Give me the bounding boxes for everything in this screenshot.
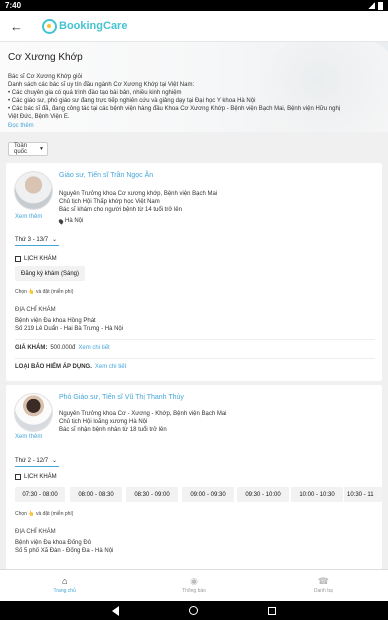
read-more-link[interactable]: Đọc thêm <box>8 123 380 129</box>
clinic-name: Bệnh viện Đa khoa Hồng Phát <box>15 318 96 324</box>
app-bar: ← BookingCare <box>0 11 388 42</box>
insurance-row: LOẠI BẢO HIỂM ÁP DỤNG. Xem chi tiết <box>15 364 126 370</box>
nav-item-home[interactable]: ⌂ Trang chủ <box>0 570 129 601</box>
week-selector-value: Thứ 3 - 13/7 <box>15 236 49 243</box>
system-home-icon[interactable] <box>189 606 198 615</box>
location-text: Hà Nội <box>65 218 84 224</box>
time-slot[interactable]: 09:30 - 10:00 <box>237 487 289 502</box>
schedule-label-text: Lịch khám <box>24 474 57 480</box>
system-back-icon[interactable] <box>112 605 119 616</box>
description-line: Bác sĩ Cơ Xương Khớp giỏi <box>8 74 83 80</box>
region-select[interactable]: Toàn quốc ▼ <box>8 142 48 156</box>
doctor-info-line: Nguyên Trưởng khoa Cơ xương khớp, Bệnh v… <box>59 191 218 197</box>
see-more-link[interactable]: Xem thêm <box>15 434 42 440</box>
price-row: GIÁ KHÁM: 500.000đ Xem chi tiết <box>15 345 110 351</box>
doctor-name[interactable]: Giáo sư, Tiến sĩ Trần Ngọc Ân <box>59 172 153 179</box>
address-label: Địa chỉ khám <box>15 529 56 535</box>
nav-item-notifications[interactable]: ◉ Thông báo <box>129 570 258 601</box>
clinic-name: Bệnh viện Đa khoa Đống Đô <box>15 540 92 546</box>
doctor-avatar[interactable] <box>14 393 53 432</box>
location-pin-icon <box>57 217 65 225</box>
nav-label: Thông báo <box>182 588 206 594</box>
chevron-down-icon: ▼ <box>39 146 44 152</box>
phone-icon: ☎ <box>317 576 329 586</box>
description-line: • Các giáo sư, phó giáo sư đang trực tiế… <box>8 98 256 104</box>
time-slot[interactable]: 09:00 - 09:30 <box>182 487 234 502</box>
system-recents-icon[interactable] <box>268 606 276 615</box>
doctor-name[interactable]: Phó Giáo sư, Tiến sĩ Vũ Thị Thanh Thủy <box>59 394 184 401</box>
chevron-down-icon: ⌄ <box>52 458 58 464</box>
nav-label: Trang chủ <box>53 588 76 594</box>
specialty-description: Bác sĩ Cơ Xương Khớp giỏi Danh sách các … <box>8 73 380 121</box>
doctor-info: Nguyên Trưởng khoa Cơ - Xương - Khớp, Bệ… <box>59 410 227 434</box>
time-slot[interactable]: 07:30 - 08:00 <box>15 487 65 502</box>
bell-icon: ◉ <box>190 576 198 586</box>
app-logo: BookingCare <box>42 18 128 34</box>
price-label: GIÁ KHÁM: <box>15 345 48 351</box>
address-label: Địa chỉ khám <box>15 307 56 313</box>
time-slot[interactable]: 10:00 - 10:30 <box>291 487 343 502</box>
status-bar: 7:40 <box>0 0 388 11</box>
calendar-icon <box>15 474 21 480</box>
clinic-address: Bệnh viện Đa khoa Hồng Phát Số 219 Lê Du… <box>15 317 123 333</box>
clinic-address: Bệnh viện Đa khoa Đống Đô Số 5 phố Xã Đà… <box>15 539 113 555</box>
region-select-value: Toàn quốc <box>14 143 28 155</box>
back-arrow-icon[interactable]: ← <box>10 19 30 34</box>
logo-text: BookingCare <box>59 20 128 32</box>
system-navigation-bar <box>0 601 388 620</box>
price-value: 500.000đ <box>50 345 76 351</box>
time-slot[interactable]: 08:30 - 09:00 <box>126 487 178 502</box>
description-line: Việt Đức, Bệnh Viện E. <box>8 114 70 120</box>
home-icon: ⌂ <box>61 576 68 586</box>
chevron-down-icon: ⌄ <box>52 237 58 243</box>
week-selector[interactable]: Thứ 2 - 12/7 ⌄ <box>15 455 60 467</box>
booking-hint: Chọn 👆 và đặt (miễn phí) <box>15 511 74 517</box>
time-slot[interactable]: 10:30 - 11 <box>344 487 382 502</box>
doctor-info-line: Nguyên Trưởng khoa Cơ - Xương - Khớp, Bệ… <box>59 411 227 417</box>
doctor-info-line: Chủ tịch Hội loãng xương Hà Nội <box>59 419 148 425</box>
description-line: • Các chuyên gia có quá trình đào tạo bà… <box>8 90 182 96</box>
doctor-card: Xem thêm Giáo sư, Tiến sĩ Trần Ngọc Ân N… <box>6 163 382 381</box>
week-selector[interactable]: Thứ 3 - 13/7 ⌄ <box>15 234 60 246</box>
description-line: • Các bác sĩ đã, đang công tác tại các b… <box>8 106 341 112</box>
clinic-street: Số 5 phố Xã Đàn - Đống Đa - Hà Nội <box>15 548 114 554</box>
specialty-header: Cơ Xương Khớp Bác sĩ Cơ Xương Khớp giỏi … <box>0 42 388 132</box>
doctor-avatar[interactable] <box>14 171 53 210</box>
schedule-label: Lịch khám <box>15 474 57 480</box>
insurance-details-link[interactable]: Xem chi tiết <box>95 364 126 370</box>
doctor-card: Xem thêm Phó Giáo sư, Tiến sĩ Vũ Thị Tha… <box>6 385 382 569</box>
schedule-label: Lịch khám <box>15 256 57 262</box>
price-details-link[interactable]: Xem chi tiết <box>78 345 109 351</box>
booking-hint: Chọn 👆 và đặt (miễn phí) <box>15 289 74 295</box>
time-slot[interactable]: Đăng ký khám (Sáng) <box>15 266 85 281</box>
doctor-info-line: Chủ tịch Hội Thấp khớp học Việt Nam <box>59 199 160 205</box>
status-icons <box>368 1 383 10</box>
see-more-link[interactable]: Xem thêm <box>15 214 42 220</box>
logo-icon <box>42 18 57 34</box>
battery-icon <box>378 1 383 10</box>
doctor-info: Nguyên Trưởng khoa Cơ xương khớp, Bệnh v… <box>59 190 217 214</box>
page-title: Cơ Xương Khớp <box>8 52 83 63</box>
bottom-navigation: ⌂ Trang chủ ◉ Thông báo ☎ Danh bạ <box>0 569 388 601</box>
time-slot[interactable]: 08:00 - 08:30 <box>70 487 122 502</box>
doctor-info-line: Bác sĩ nhận bệnh nhân từ 18 tuổi trở lên <box>59 427 167 433</box>
week-selector-value: Thứ 2 - 12/7 <box>15 457 49 464</box>
insurance-label: LOẠI BẢO HIỂM ÁP DỤNG. <box>15 364 92 370</box>
doctor-info-line: Bác sĩ khám cho người bệnh từ 14 tuổi tr… <box>59 207 182 213</box>
schedule-label-text: Lịch khám <box>24 256 57 262</box>
divider <box>15 358 375 359</box>
doctor-location: Hà Nội <box>57 217 84 225</box>
nav-item-contacts[interactable]: ☎ Danh bạ <box>259 570 388 601</box>
signal-icon <box>368 2 375 9</box>
nav-label: Danh bạ <box>313 588 333 594</box>
status-time: 7:40 <box>5 1 22 10</box>
description-line: Danh sách các bác sĩ uy tín đầu ngành Cơ… <box>8 82 195 88</box>
clinic-street: Số 219 Lê Duẩn - Hai Bà Trưng - Hà Nội <box>15 326 124 332</box>
divider <box>15 339 375 340</box>
calendar-icon <box>15 256 21 262</box>
